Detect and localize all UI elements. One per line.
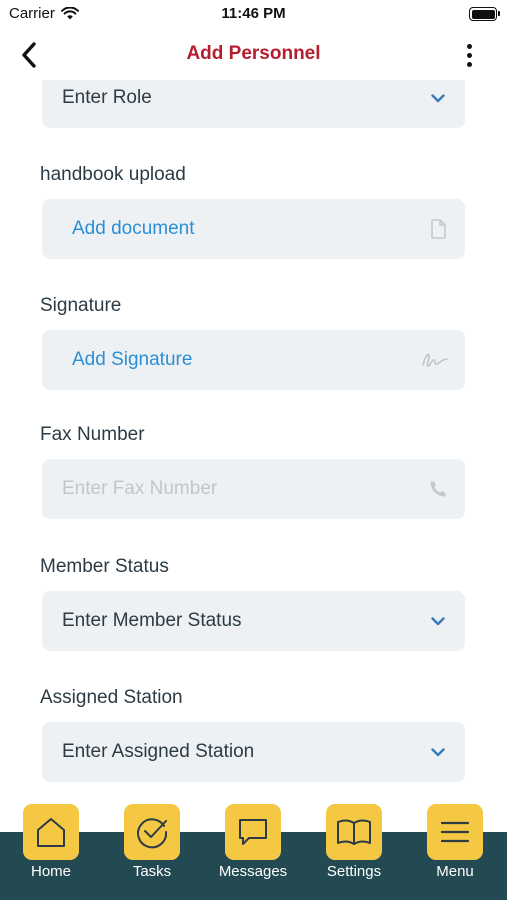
assigned-station-label: Assigned Station [40,687,183,708]
member-status-label: Member Status [40,556,169,577]
tab-settings-label: Settings [326,863,382,880]
fax-number-placeholder: Enter Fax Number [62,478,218,499]
assigned-station-select[interactable]: Enter Assigned Station [42,722,465,782]
nav-bar: Add Personnel [0,30,507,80]
book-icon [326,804,382,860]
tab-tasks[interactable]: Tasks [102,804,202,900]
add-signature-label: Add Signature [72,349,193,370]
tab-tasks-label: Tasks [132,863,172,880]
member-status-select[interactable]: Enter Member Status [42,591,465,651]
add-signature-button[interactable]: Add Signature [42,330,465,390]
fax-number-input[interactable]: Enter Fax Number [42,459,465,519]
status-bar: Carrier 11:46 PM [0,0,507,30]
assigned-station-value: Enter Assigned Station [62,741,255,762]
signature-label: Signature [40,295,122,316]
add-document-label: Add document [72,218,195,239]
more-dot [466,52,472,58]
tab-messages-label: Messages [218,863,288,880]
tab-settings[interactable]: Settings [304,804,404,900]
chevron-down-icon [427,741,449,763]
signature-icon [421,349,449,371]
tab-messages[interactable]: Messages [203,804,303,900]
battery-icon [469,7,500,21]
phone-icon [427,478,449,500]
document-icon [427,218,449,240]
home-icon [23,804,79,860]
chat-bubble-icon [225,804,281,860]
more-dot [466,61,472,67]
page-title: Add Personnel [186,43,321,64]
tab-menu[interactable]: Menu [405,804,505,900]
bottom-tab-bar: Home Tasks Messages Settings Menu [0,804,507,900]
clock: 11:46 PM [221,5,286,22]
personnel-form: Enter Role handbook upload Add document … [0,80,507,800]
chevron-down-icon [427,610,449,632]
more-options-button[interactable] [459,39,479,71]
check-circle-icon [124,804,180,860]
more-dot [466,43,472,49]
add-document-button[interactable]: Add document [42,199,465,259]
tab-menu-label: Menu [436,863,474,880]
role-select-value: Enter Role [62,87,152,108]
tab-home[interactable]: Home [1,804,101,900]
handbook-upload-label: handbook upload [40,164,186,185]
role-select[interactable]: Enter Role [42,80,465,128]
hamburger-icon [427,804,483,860]
member-status-value: Enter Member Status [62,610,242,631]
fax-number-label: Fax Number [40,424,145,445]
tab-home-label: Home [30,863,71,880]
chevron-down-icon [427,87,449,109]
